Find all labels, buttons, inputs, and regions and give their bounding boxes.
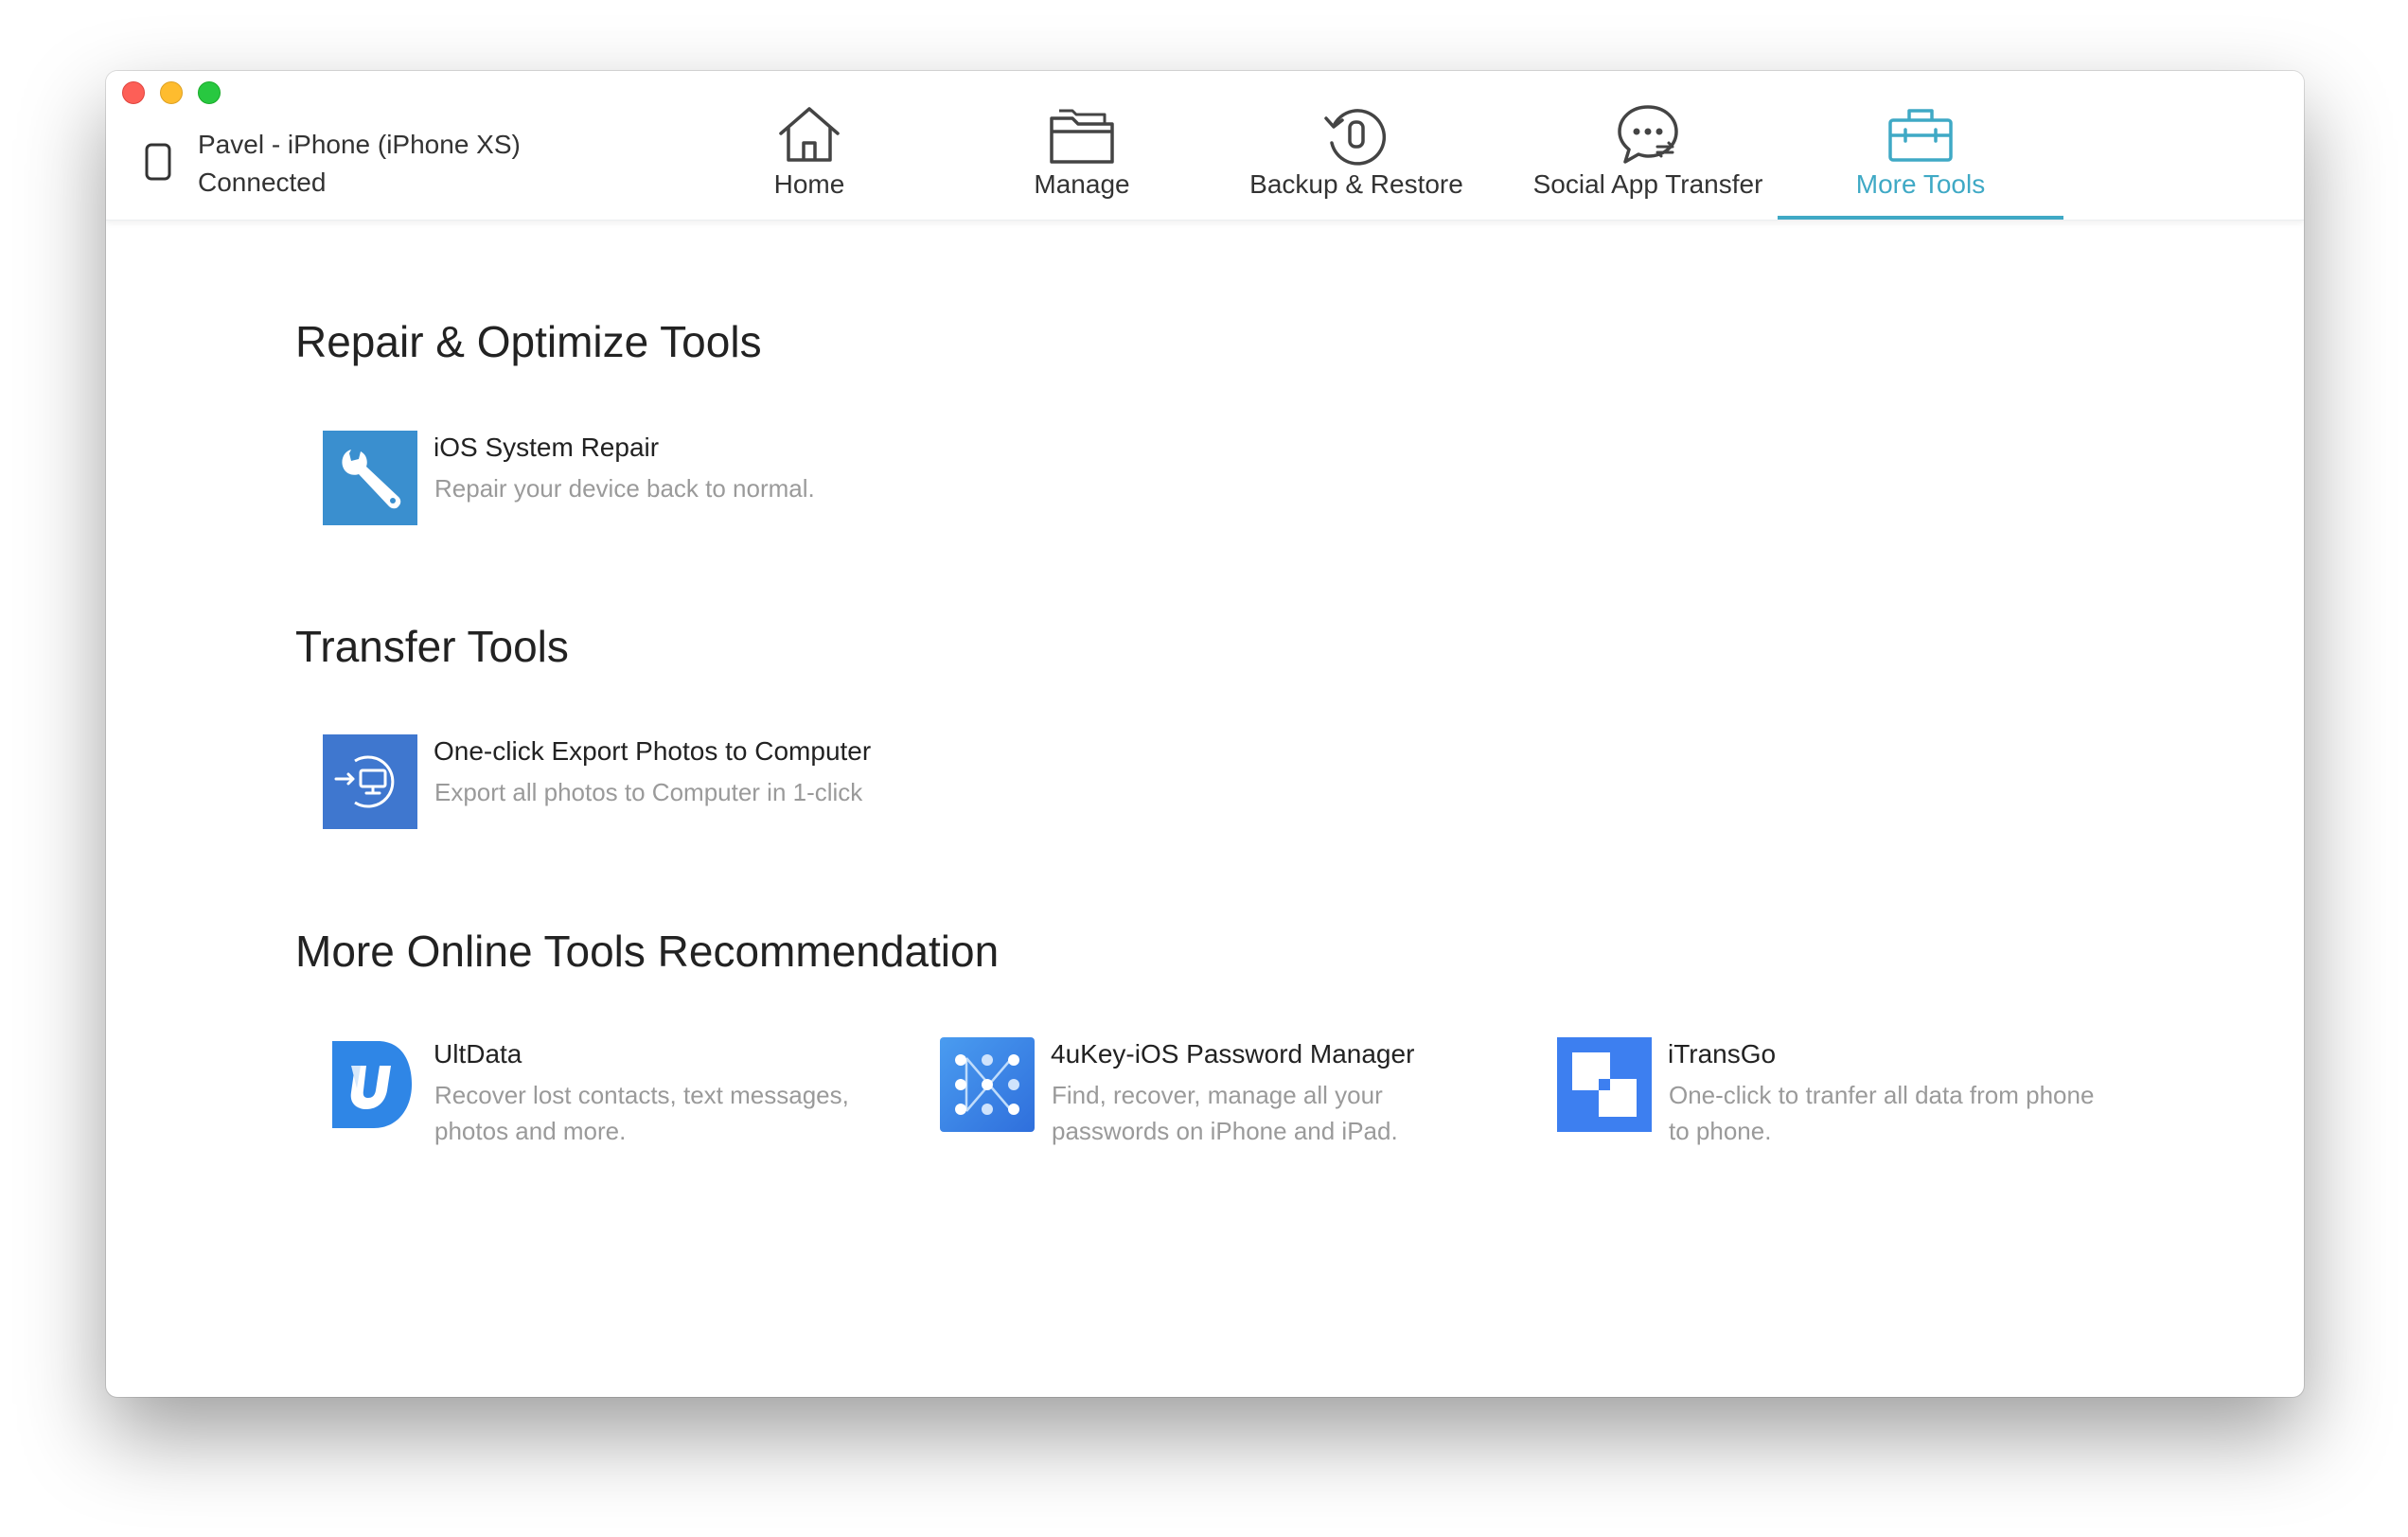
tool-4ukey[interactable]: 4uKey-iOS Password Manager Find, recover… [940, 1037, 1470, 1160]
home-icon [779, 107, 840, 162]
tab-more-tools-label: More Tools [1855, 169, 1986, 199]
tool-description: One-click to tranfer all data from phone… [1669, 1081, 2095, 1145]
tool-name: 4uKey-iOS Password Manager [1051, 1039, 1415, 1069]
section-title-transfer: Transfer Tools [295, 622, 569, 671]
tool-name: iOS System Repair [434, 433, 660, 462]
tool-ios-system-repair[interactable]: iOS System Repair Repair your device bac… [323, 431, 853, 535]
4ukey-icon [940, 1037, 1035, 1132]
minimize-window-button[interactable] [160, 81, 183, 104]
backup-restore-icon [1324, 109, 1387, 166]
device-name: Pavel - iPhone (iPhone XS) [198, 130, 521, 159]
tab-backup-restore-label: Backup & Restore [1249, 169, 1463, 199]
close-window-button[interactable] [122, 81, 145, 104]
top-bar: Pavel - iPhone (iPhone XS) Connected Hom… [106, 71, 2304, 221]
tool-description: Repair your device back to normal. [434, 474, 815, 503]
phone-icon [145, 143, 171, 181]
tab-social-app-transfer[interactable]: Social App Transfer [1520, 71, 1776, 220]
tab-backup-restore[interactable]: Backup & Restore [1236, 71, 1477, 220]
chat-transfer-icon [1618, 105, 1678, 164]
ultdata-icon [332, 1041, 412, 1128]
tool-name: iTransGo [1668, 1039, 1777, 1069]
tab-social-app-transfer-label: Social App Transfer [1532, 169, 1763, 199]
tool-name: UltData [434, 1039, 522, 1069]
tab-more-tools[interactable]: More Tools [1778, 71, 2063, 220]
maximize-window-button[interactable] [198, 81, 221, 104]
tool-description: Export all photos to Computer in 1-click [434, 778, 863, 806]
folder-icon [1050, 109, 1114, 164]
tab-manage[interactable]: Manage [971, 71, 1193, 220]
tool-description: Recover lost contacts, text messages, ph… [434, 1081, 849, 1145]
active-tab-indicator [1778, 216, 2063, 220]
export-computer-icon [323, 734, 417, 829]
tab-manage-label: Manage [1034, 169, 1130, 199]
wrench-icon [323, 431, 417, 525]
tool-description: Find, recover, manage all your passwords… [1052, 1081, 1398, 1145]
tab-home[interactable]: Home [699, 71, 920, 220]
tool-itransgo[interactable]: iTransGo One-click to tranfer all data f… [1557, 1037, 2125, 1160]
tab-home-label: Home [773, 169, 845, 199]
tool-export-photos[interactable]: One-click Export Photos to Computer Expo… [323, 734, 910, 839]
section-title-online: More Online Tools Recommendation [295, 927, 1000, 976]
device-status: Connected [198, 168, 327, 197]
tool-name: One-click Export Photos to Computer [434, 736, 872, 766]
tool-ultdata[interactable]: UltData Recover lost contacts, text mess… [323, 1037, 853, 1160]
app-window: Pavel - iPhone (iPhone XS) Connected Hom… [106, 71, 2304, 1397]
itransgo-icon [1557, 1037, 1652, 1132]
section-title-repair: Repair & Optimize Tools [295, 317, 762, 366]
toolbox-icon [1888, 109, 1953, 162]
